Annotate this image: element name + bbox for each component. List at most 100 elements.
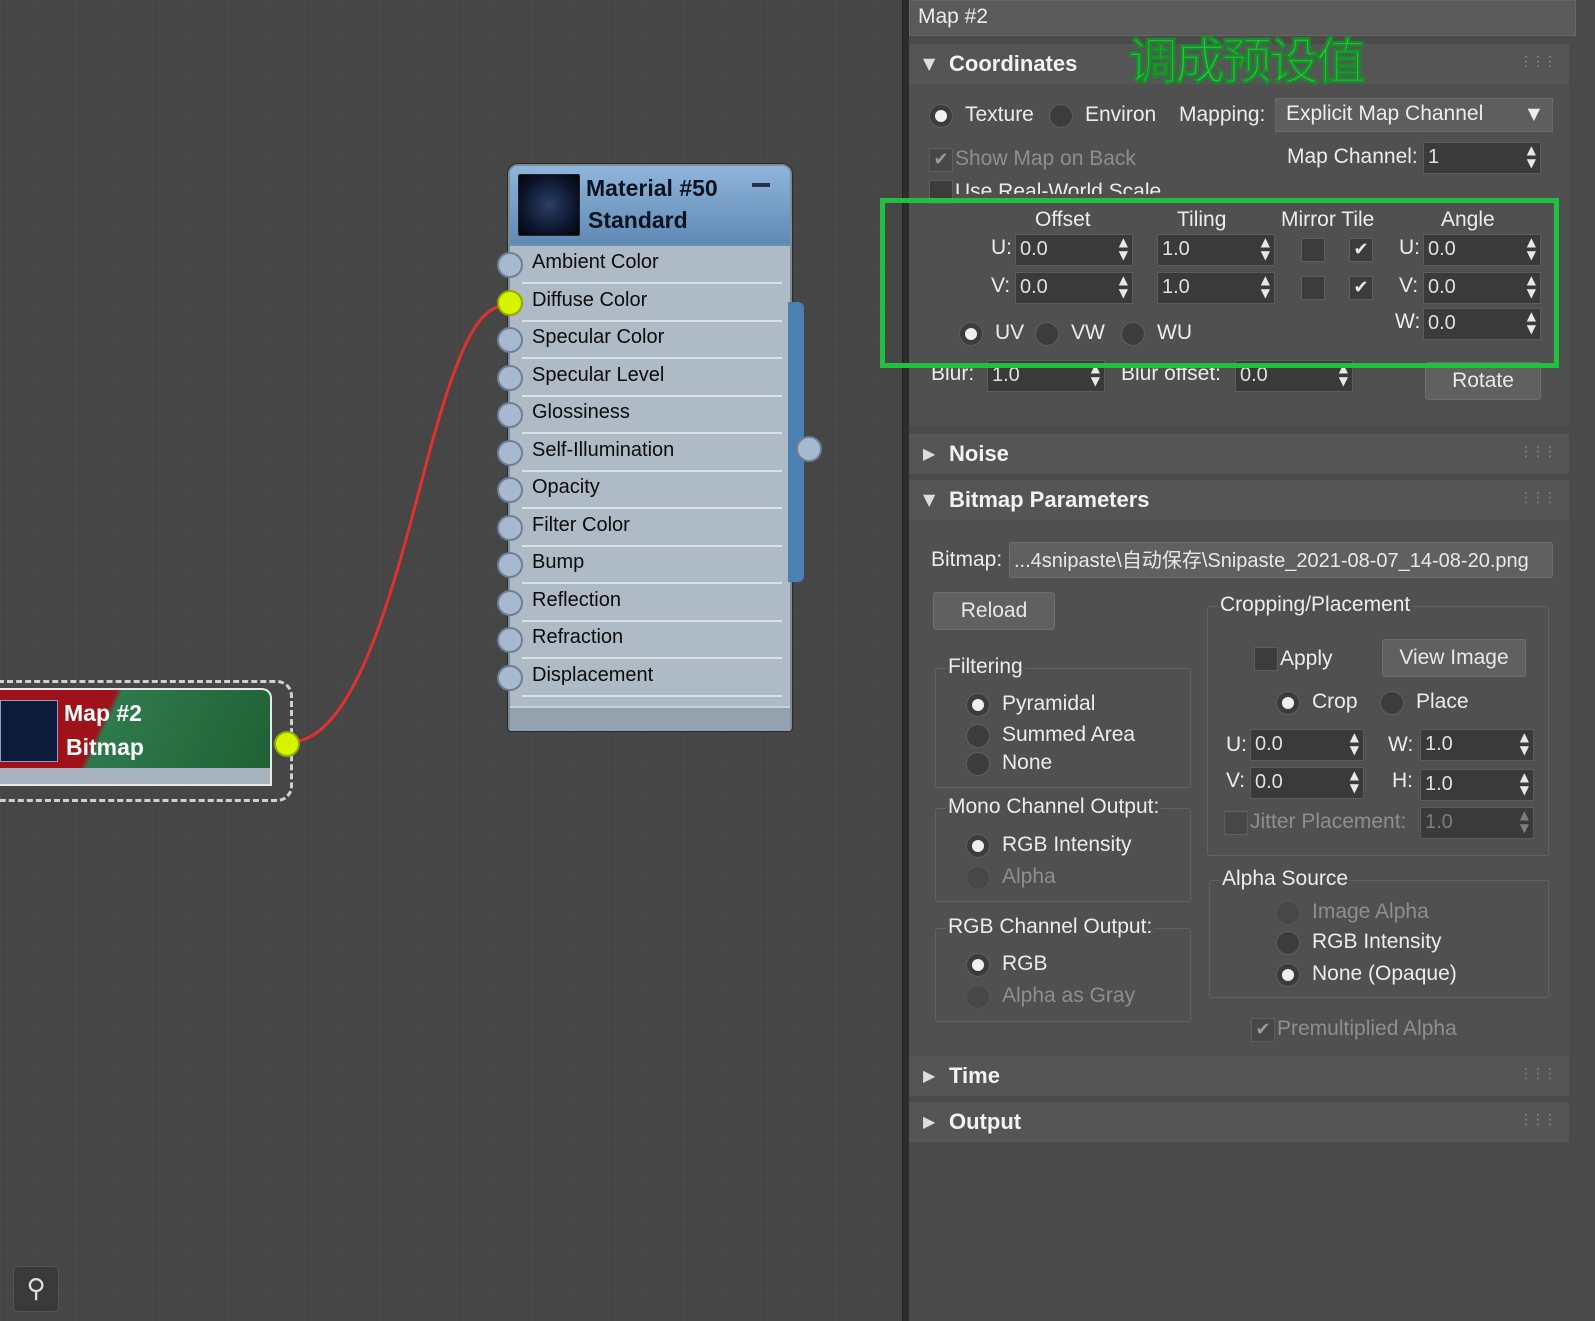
panel-title: Map #2 [918,5,989,28]
material-node[interactable]: Material #50 Standard Ambient Color Diffu… [508,164,792,731]
show-map-on-back-checkbox[interactable]: ✔ [929,148,953,172]
bitmap-node-footer [0,768,272,786]
material-input-socket[interactable] [497,589,523,616]
map-channel-spinner[interactable]: 1 ▲ ▼ [1423,142,1541,174]
rollout-time[interactable]: ▶ Time ⋮⋮⋮ [909,1056,1569,1096]
crop-w-value: 1.0 [1425,733,1453,755]
bitmap-output-socket[interactable] [274,731,300,757]
texture-radio[interactable] [929,104,953,128]
mapping-dropdown[interactable]: Explicit Map Channel ▼ [1275,98,1553,132]
mono-alpha-radio[interactable] [966,866,990,890]
mono-rgb-intensity-radio[interactable] [966,834,990,858]
material-slot-row[interactable]: Specular Color [522,321,782,359]
cropping-placement-group: Cropping/Placement Apply View Image Crop… [1207,593,1549,856]
premultiplied-alpha-checkbox[interactable]: ✔ [1251,1018,1275,1042]
material-output-socket[interactable] [796,436,822,462]
material-input-socket[interactable] [497,327,523,353]
rollout-bitmap-parameters[interactable]: ▼ Bitmap Parameters ⋮⋮⋮ [909,480,1569,520]
material-input-socket[interactable] [497,364,523,391]
binoculars-icon[interactable]: ⚲ [13,1266,59,1312]
crop-radio[interactable] [1276,691,1300,715]
bitmap-node-title: Map #2 [64,700,142,726]
image-alpha-label: Image Alpha [1312,900,1429,923]
environ-label: Environ [1085,103,1157,126]
spinner-arrows-icon[interactable]: ▲ ▼ [1350,769,1359,795]
material-slot-row[interactable]: Ambient Color [522,246,782,284]
rgb-radio[interactable] [966,953,990,977]
material-slot-label: Glossiness [532,401,630,423]
spinner-arrows-icon[interactable]: ▲ ▼ [1350,731,1359,757]
material-slot-row[interactable]: Reflection [522,584,782,622]
use-real-world-scale-label: Use Real-World Scale [955,180,1162,194]
rollout-noise[interactable]: ▶ Noise ⋮⋮⋮ [909,434,1569,474]
crop-h-spinner[interactable]: 1.0 ▲ ▼ [1420,769,1534,801]
grip-icon: ⋮⋮⋮ [1519,444,1557,460]
material-slot-label: Bump [532,551,585,573]
material-slot-row[interactable]: Filter Color [522,509,782,547]
jitter-placement-checkbox[interactable] [1224,811,1248,835]
crop-u-label: U: [1226,733,1247,756]
material-input-socket[interactable] [497,627,523,653]
none-opaque-radio[interactable] [1276,963,1300,987]
material-slot-row[interactable]: Glossiness [522,396,782,434]
alpha-rgb-intensity-radio[interactable] [1276,931,1300,955]
crop-w-label: W: [1388,733,1414,756]
crop-u-spinner[interactable]: 0.0 ▲ ▼ [1250,729,1364,761]
spinner-arrows-icon[interactable]: ▲ ▼ [1520,771,1529,797]
view-image-button[interactable]: View Image [1382,639,1526,677]
rollout-output[interactable]: ▶ Output ⋮⋮⋮ [909,1102,1569,1142]
jitter-value: 1.0 [1425,811,1453,833]
summed-area-label: Summed Area [1002,723,1136,746]
crop-v-spinner[interactable]: 0.0 ▲ ▼ [1250,767,1364,799]
annotation-text: 调成预设值 [1128,33,1367,92]
crop-w-spinner[interactable]: 1.0 ▲ ▼ [1420,729,1534,761]
apply-checkbox[interactable] [1254,647,1278,671]
material-slot-label: Ambient Color [532,251,659,273]
bitmap-node-header[interactable]: Map #2 Bitmap [0,688,272,772]
material-input-socket[interactable] [497,402,523,428]
apply-label: Apply [1280,647,1333,670]
jitter-placement-spinner[interactable]: 1.0 ▲ ▼ [1420,807,1534,839]
material-input-socket[interactable] [497,252,523,278]
material-slot-row[interactable]: Displacement [522,659,782,697]
filter-none-radio[interactable] [966,752,990,776]
alpha-source-group: Alpha Source Image Alpha RGB Intensity N… [1209,867,1549,998]
reload-button[interactable]: Reload [933,592,1055,630]
material-node-header[interactable]: Material #50 Standard [510,166,790,246]
material-input-socket[interactable] [497,477,523,503]
pyramidal-radio[interactable] [966,693,990,717]
material-thumbnail [518,174,580,236]
material-input-socket[interactable] [497,664,523,691]
bitmap-node[interactable]: Map #2 Bitmap [0,680,293,802]
crop-label: Crop [1312,690,1358,713]
bitmap-path-button[interactable]: ...4snipaste\自动保存\Snipaste_2021-08-07_14… [1009,542,1553,578]
material-input-socket[interactable] [497,439,523,466]
rollout-title-bitmap-parameters: Bitmap Parameters [949,487,1150,512]
image-alpha-radio[interactable] [1276,901,1300,925]
spinner-arrows-icon[interactable]: ▲ ▼ [1520,731,1529,757]
mono-rgb-intensity-label: RGB Intensity [1002,833,1132,856]
material-input-socket[interactable] [497,289,523,316]
material-slot-row[interactable]: Bump [522,546,782,584]
alpha-as-gray-radio[interactable] [966,985,990,1009]
material-input-socket[interactable] [497,552,523,578]
expand-triangle-icon: ▶ [923,1066,936,1085]
spinner-arrows-icon[interactable]: ▲ ▼ [1520,809,1529,835]
texture-label: Texture [965,103,1034,126]
material-slot-list: Ambient Color Diffuse Color Specular Color… [510,246,790,706]
material-slot-row[interactable]: Opacity [522,471,782,509]
material-slot-row[interactable]: Diffuse Color [522,284,782,322]
place-radio[interactable] [1380,691,1404,715]
expand-triangle-icon: ▶ [923,444,936,463]
summed-area-radio[interactable] [966,724,990,748]
material-input-socket[interactable] [497,514,523,541]
environ-radio[interactable] [1049,104,1073,128]
collapse-icon[interactable] [752,183,770,187]
material-slot-row[interactable]: Refraction [522,621,782,659]
spinner-arrows-icon[interactable]: ▲ ▼ [1527,144,1536,170]
material-slot-label: Self-Illumination [532,438,675,461]
material-slot-row[interactable]: Self-Illumination [522,434,782,472]
mapping-value: Explicit Map Channel [1286,102,1484,125]
material-slot-label: Diffuse Color [532,288,648,311]
material-slot-row[interactable]: Specular Level [522,359,782,397]
